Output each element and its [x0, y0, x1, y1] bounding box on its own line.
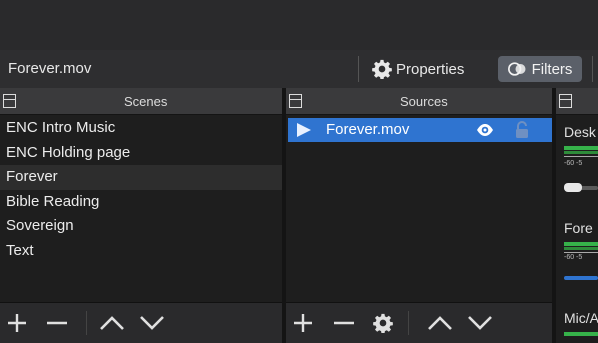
separator — [408, 311, 409, 335]
source-properties-button[interactable] — [372, 312, 394, 334]
title-strip — [0, 0, 598, 51]
mixer-channel-label: Mic/A — [564, 310, 598, 326]
meter-tick-labels: -60 -5 — [564, 254, 583, 261]
minus-icon — [47, 321, 67, 325]
filters-button[interactable]: Filters — [498, 56, 582, 82]
sources-dock: Sources Forever.mov — [286, 88, 552, 343]
filters-icon — [507, 62, 526, 76]
scene-item[interactable]: ENC Intro Music — [0, 116, 282, 141]
remove-source-button[interactable] — [332, 312, 356, 334]
properties-button[interactable]: Properties — [372, 56, 464, 82]
move-scene-down-button[interactable] — [138, 312, 166, 334]
obs-window: Forever.mov Properties Filters Scenes EN… — [0, 0, 598, 343]
audio-meter — [564, 242, 598, 246]
lock-icon[interactable] — [514, 121, 530, 139]
separator — [86, 311, 87, 335]
separator — [358, 56, 359, 82]
separator — [592, 56, 593, 82]
meter-tick-labels: -60 -5 — [564, 160, 583, 167]
volume-slider-handle[interactable] — [564, 183, 582, 192]
dock-undock-icon[interactable] — [3, 94, 16, 108]
visibility-eye-icon[interactable] — [476, 123, 494, 137]
play-icon — [297, 123, 311, 137]
dock-undock-icon[interactable] — [559, 94, 572, 108]
scene-item[interactable]: Text — [0, 239, 282, 264]
remove-scene-button[interactable] — [44, 312, 70, 334]
chevron-up-icon — [428, 316, 452, 330]
gear-icon — [373, 313, 393, 333]
add-source-button[interactable] — [292, 312, 314, 334]
plus-icon — [294, 314, 312, 332]
mixer-channel-label: Desk — [564, 124, 596, 140]
gear-icon — [372, 59, 392, 79]
audio-meter — [564, 146, 598, 150]
scene-item[interactable]: Sovereign — [0, 214, 282, 239]
filters-label: Filters — [531, 60, 573, 78]
minus-icon — [334, 321, 354, 325]
source-info-bar: Forever.mov Properties Filters — [0, 50, 598, 89]
sources-dock-title: Sources — [400, 94, 448, 109]
move-source-up-button[interactable] — [426, 312, 454, 334]
scenes-dock-header: Scenes — [0, 88, 282, 115]
mixer-dock-header — [556, 88, 598, 115]
plus-icon — [8, 314, 26, 332]
source-item-forever-mov[interactable]: Forever.mov — [288, 118, 552, 142]
properties-label: Properties — [396, 60, 465, 78]
audio-meter — [564, 332, 598, 336]
scenes-toolbar — [0, 302, 282, 343]
sources-toolbar — [286, 302, 552, 343]
scenes-dock-title: Scenes — [124, 94, 168, 109]
mixer-channel-label: Fore — [564, 220, 593, 236]
audio-mixer-dock: Desk -60 -5 Fore -60 -5 Mic/A — [556, 88, 598, 343]
scenes-list: ENC Intro Music ENC Holding page Forever Bi… — [0, 116, 282, 263]
source-item-label: Forever.mov — [326, 121, 410, 138]
scene-item[interactable]: Bible Reading — [0, 190, 282, 215]
sources-dock-header: Sources — [286, 88, 552, 115]
move-source-down-button[interactable] — [466, 312, 494, 334]
volume-slider-track[interactable] — [564, 276, 598, 280]
audio-meter — [564, 151, 598, 154]
scenes-dock: Scenes ENC Intro Music ENC Holding page Fo… — [0, 88, 282, 343]
current-source-name: Forever.mov — [8, 60, 92, 77]
add-scene-button[interactable] — [6, 312, 28, 334]
chevron-down-icon — [140, 316, 164, 330]
scene-item[interactable]: ENC Holding page — [0, 141, 282, 166]
move-scene-up-button[interactable] — [98, 312, 126, 334]
audio-meter — [564, 247, 598, 250]
chevron-up-icon — [100, 316, 124, 330]
dock-undock-icon[interactable] — [289, 94, 302, 108]
chevron-down-icon — [468, 316, 492, 330]
scene-item[interactable]: Forever — [0, 165, 282, 190]
